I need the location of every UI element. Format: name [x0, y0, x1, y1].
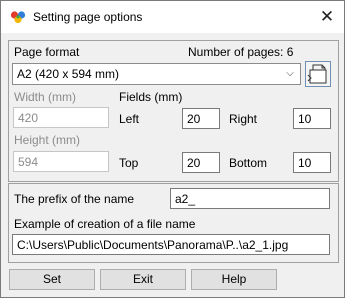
width-label: Width (mm) — [14, 90, 76, 104]
dialog-window: Setting page options ✕ Page format Numbe… — [0, 0, 345, 298]
page-format-label: Page format — [14, 45, 80, 59]
example-label: Example of creation of a file name — [14, 217, 196, 231]
close-button[interactable]: ✕ — [310, 1, 344, 33]
left-margin-label: Left — [119, 112, 140, 126]
close-icon: ✕ — [319, 7, 335, 26]
prefix-field[interactable]: a2_ — [170, 188, 330, 209]
top-margin-label: Top — [119, 156, 139, 170]
right-margin-field[interactable]: 10 — [293, 108, 331, 129]
page-format-select[interactable]: A2 (420 x 594 mm) ⌵ — [12, 63, 301, 85]
help-button[interactable]: Help — [191, 269, 277, 290]
top-margin-field[interactable]: 20 — [182, 152, 220, 173]
chevron-down-icon: ⌵ — [286, 68, 294, 79]
exit-button[interactable]: Exit — [100, 269, 186, 290]
prefix-label: The prefix of the name — [14, 192, 135, 206]
page-format-value: A2 (420 x 594 mm) — [17, 67, 120, 81]
left-margin-field[interactable]: 20 — [182, 108, 220, 129]
app-logo-icon — [10, 11, 26, 24]
window-title: Setting page options — [33, 10, 143, 24]
bottom-margin-label: Bottom — [229, 156, 268, 170]
page-orientation-icon[interactable] — [305, 61, 331, 87]
width-field[interactable]: 420 — [13, 107, 109, 128]
fields-label: Fields (mm) — [119, 90, 183, 104]
bottom-margin-field[interactable]: 10 — [293, 152, 331, 173]
height-label: Height (mm) — [14, 133, 81, 147]
right-margin-label: Right — [229, 112, 258, 126]
set-button[interactable]: Set — [9, 269, 95, 290]
title-bar: Setting page options ✕ — [1, 1, 344, 33]
example-file-name-field[interactable]: C:\Users\Public\Documents\Panorama\P..\a… — [12, 234, 330, 255]
number-of-pages-label: Number of pages: 6 — [188, 45, 294, 59]
height-field[interactable]: 594 — [13, 151, 109, 172]
